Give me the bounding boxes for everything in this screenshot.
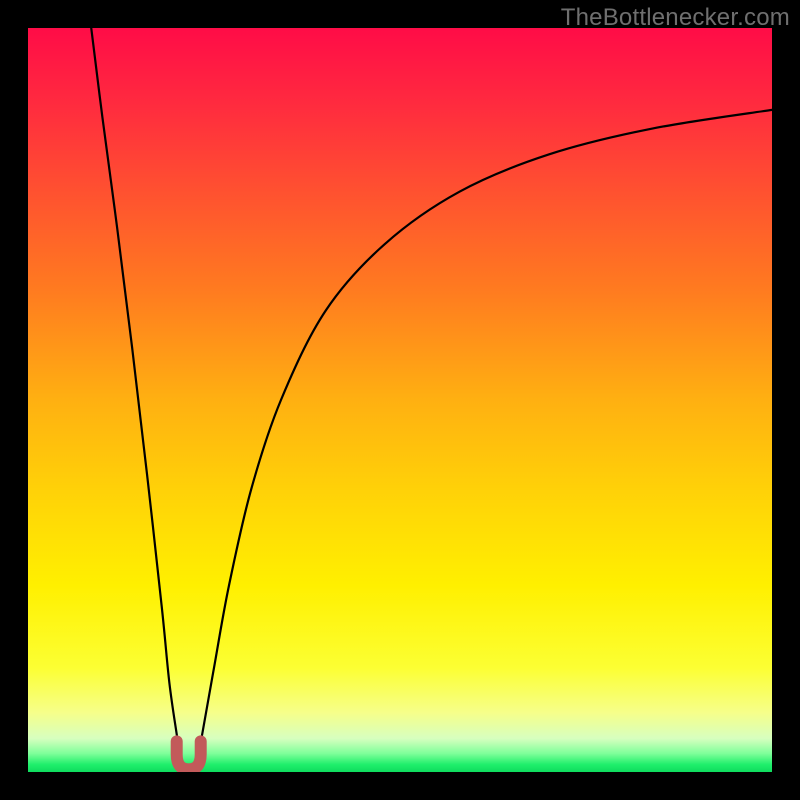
watermark-text: TheBottlenecker.com — [561, 4, 790, 32]
chart-frame: TheBottlenecker.com — [0, 0, 800, 800]
gradient-background — [28, 28, 772, 772]
bottleneck-chart — [28, 28, 772, 772]
